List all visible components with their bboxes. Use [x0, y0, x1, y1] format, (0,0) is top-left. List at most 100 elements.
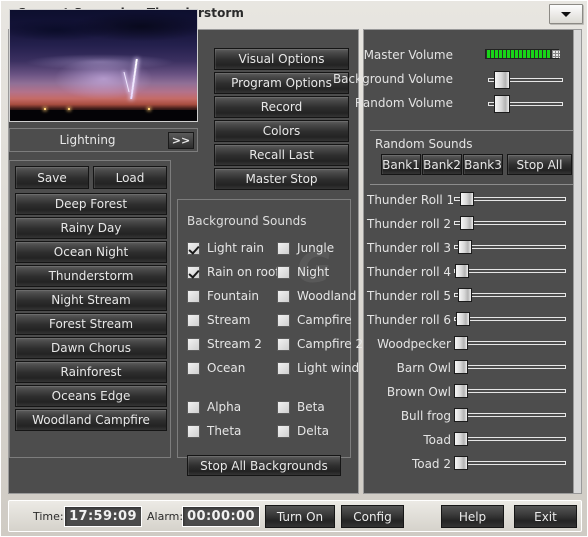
- checkbox-night[interactable]: Night: [277, 265, 329, 279]
- scenario-item-forest-stream[interactable]: Forest Stream: [15, 313, 167, 335]
- checkbox-icon: [187, 424, 200, 438]
- thunder-roll-5-slider[interactable]: [454, 288, 566, 302]
- stop-all-random-button[interactable]: Stop All: [507, 154, 572, 175]
- slider-handle[interactable]: [454, 384, 468, 398]
- slider-handle[interactable]: [455, 264, 469, 278]
- background-volume-slider[interactable]: [488, 71, 563, 89]
- right-panel-scrollbar[interactable]: [573, 30, 581, 493]
- scenario-item-woodland-campfire[interactable]: Woodland Campfire: [15, 409, 167, 431]
- scenario-item-rainy-day[interactable]: Rainy Day: [15, 217, 167, 239]
- background-sounds-title: Background Sounds: [187, 214, 307, 228]
- background-sounds-panel: [177, 199, 351, 458]
- checkbox-light-wind[interactable]: Light wind: [277, 361, 359, 375]
- barn-owl-slider[interactable]: [454, 360, 566, 374]
- alarm-value[interactable]: 00:00:00: [182, 506, 260, 527]
- bank2-button[interactable]: Bank2: [422, 154, 462, 175]
- stop-all-backgrounds-button[interactable]: Stop All Backgrounds: [187, 455, 341, 476]
- checkbox-beta[interactable]: Beta: [277, 400, 325, 414]
- load-button[interactable]: Load: [93, 166, 167, 189]
- bull-frog-slider[interactable]: [454, 408, 566, 422]
- slider-handle[interactable]: [454, 408, 468, 422]
- checkbox-theta[interactable]: Theta: [187, 424, 241, 438]
- thunder-roll-2-slider[interactable]: [454, 216, 566, 230]
- slider-handle[interactable]: [460, 216, 474, 230]
- exit-button[interactable]: Exit: [514, 505, 577, 528]
- scenario-item-thunderstorm[interactable]: Thunderstorm: [15, 265, 167, 287]
- master-stop-button[interactable]: Master Stop: [214, 168, 349, 190]
- preview-next-button[interactable]: >>: [168, 132, 194, 149]
- checkbox-alpha[interactable]: Alpha: [187, 400, 241, 414]
- checkbox-label: Campfire 2: [297, 337, 364, 351]
- scenario-item-rainforest[interactable]: Rainforest: [15, 361, 167, 383]
- checkbox-woodland[interactable]: Woodland: [277, 289, 356, 303]
- thunder-roll-6-slider[interactable]: [454, 312, 566, 326]
- led-segment: [495, 50, 498, 58]
- slider-handle[interactable]: [456, 312, 470, 326]
- scenario-dropdown-button[interactable]: [549, 4, 583, 24]
- slider-handle[interactable]: [494, 95, 510, 113]
- slider-track: [454, 365, 566, 369]
- program-options-button[interactable]: Program Options: [214, 72, 349, 94]
- visual-options-button[interactable]: Visual Options: [214, 48, 349, 70]
- slider-handle[interactable]: [458, 240, 472, 254]
- preview-caption-bar: Lightning >>: [9, 128, 198, 152]
- led-segment: [487, 50, 490, 58]
- checkbox-stream-2[interactable]: Stream 2: [187, 337, 262, 351]
- bank3-button[interactable]: Bank3: [463, 154, 503, 175]
- thunder-roll-3-slider[interactable]: [454, 240, 566, 254]
- checkbox-campfire[interactable]: Campfire: [277, 313, 352, 327]
- led-segment: [523, 50, 526, 58]
- scenario-item-deep-forest[interactable]: Deep Forest: [15, 193, 167, 215]
- led-segment: [515, 50, 518, 58]
- woodpecker-slider[interactable]: [454, 336, 566, 350]
- slider-handle[interactable]: [460, 192, 474, 206]
- checkbox-campfire-2[interactable]: Campfire 2: [277, 337, 363, 351]
- slider-handle[interactable]: [454, 336, 468, 350]
- slider-handle[interactable]: [454, 432, 468, 446]
- checkbox-fountain[interactable]: Fountain: [187, 289, 259, 303]
- random-slider-label: Thunder roll 6: [367, 313, 452, 327]
- checkbox-ocean[interactable]: Ocean: [187, 361, 245, 375]
- slider-handle[interactable]: [454, 456, 468, 470]
- meter-thumb[interactable]: [552, 50, 560, 58]
- led-segment: [503, 50, 506, 58]
- checkbox-stream[interactable]: Stream: [187, 313, 250, 327]
- random-slider-label: Woodpecker: [377, 337, 451, 351]
- record-button[interactable]: Record: [214, 96, 349, 118]
- scenario-item-ocean-night[interactable]: Ocean Night: [15, 241, 167, 263]
- random-slider-label: Thunder roll 4: [367, 265, 452, 279]
- cloud-shape: [24, 54, 175, 70]
- led-segment: [547, 50, 550, 58]
- slider-handle[interactable]: [454, 360, 468, 374]
- scenario-item-dawn-chorus[interactable]: Dawn Chorus: [15, 337, 167, 359]
- checkbox-light-rain[interactable]: Light rain: [187, 241, 264, 255]
- checkbox-delta[interactable]: Delta: [277, 424, 329, 438]
- bank1-button[interactable]: Bank1: [381, 154, 421, 175]
- checkbox-jungle[interactable]: Jungle: [277, 241, 334, 255]
- slider-handle[interactable]: [494, 71, 510, 89]
- thunder-roll-1-slider[interactable]: [454, 192, 566, 206]
- save-button[interactable]: Save: [15, 166, 89, 189]
- turn-on-button[interactable]: Turn On: [265, 505, 335, 528]
- colors-button[interactable]: Colors: [214, 120, 349, 142]
- scenario-item-oceans-edge[interactable]: Oceans Edge: [15, 385, 167, 407]
- thunder-roll-4-slider[interactable]: [454, 264, 566, 278]
- brown-owl-slider[interactable]: [454, 384, 566, 398]
- checkbox-rain-on-roof[interactable]: Rain on roof: [187, 265, 280, 279]
- checkbox-icon: [187, 337, 200, 351]
- toad-slider[interactable]: [454, 432, 566, 446]
- scenario-item-night-stream[interactable]: Night Stream: [15, 289, 167, 311]
- checkbox-icon: [277, 337, 290, 351]
- slider-handle[interactable]: [458, 288, 472, 302]
- checkbox-label: Campfire: [297, 313, 352, 327]
- toad-2-slider[interactable]: [454, 456, 566, 470]
- random-slider-label: Bull frog: [400, 409, 451, 423]
- random-volume-slider[interactable]: [488, 95, 563, 113]
- city-light: [148, 107, 151, 110]
- random-slider-label: Thunder Roll 1: [367, 193, 455, 207]
- help-button[interactable]: Help: [441, 505, 504, 528]
- master-volume-meter[interactable]: [485, 49, 560, 59]
- config-button[interactable]: Config: [341, 505, 404, 528]
- recall-last-button[interactable]: Recall Last: [214, 144, 349, 166]
- led-segment: [491, 50, 494, 58]
